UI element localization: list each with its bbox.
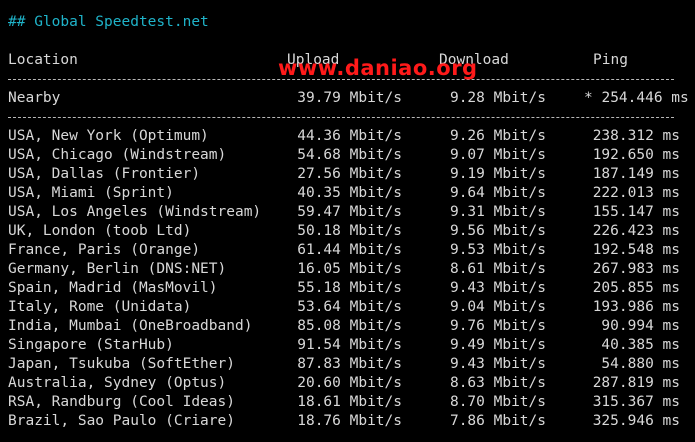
row-upload: 18.76 Mbit/s <box>297 413 402 429</box>
row-upload: 16.05 Mbit/s <box>297 261 402 277</box>
row-download: 9.07 Mbit/s <box>449 147 546 163</box>
row-upload: 27.56 Mbit/s <box>297 166 402 182</box>
row-upload: 55.18 Mbit/s <box>297 280 402 296</box>
row-location: USA, Dallas (Frontier) <box>8 166 201 182</box>
row-download: 8.63 Mbit/s <box>449 375 546 391</box>
header-ping: Ping <box>593 52 628 68</box>
row-download: 9.43 Mbit/s <box>449 356 546 372</box>
row-upload: 18.61 Mbit/s <box>297 394 402 410</box>
row-ping: 54.880 ms <box>601 356 680 372</box>
row-download: 8.61 Mbit/s <box>449 261 546 277</box>
row-ping: 267.983 ms <box>592 261 680 277</box>
row-location: USA, New York (Optimum) <box>8 128 209 144</box>
row-ping: 315.367 ms <box>592 394 680 410</box>
row-ping: 287.819 ms <box>592 375 680 391</box>
row-upload: 44.36 Mbit/s <box>297 128 402 144</box>
watermark: www.daniao.org <box>278 56 478 80</box>
row-location: France, Paris (Orange) <box>8 242 201 258</box>
row-download: 9.64 Mbit/s <box>449 185 546 201</box>
header-location: Location <box>8 52 78 68</box>
section-heading: ## Global Speedtest.net <box>8 14 209 30</box>
nearby-download: 9.28 Mbit/s <box>449 90 546 106</box>
nearby-location: Nearby <box>8 90 61 106</box>
row-download: 9.26 Mbit/s <box>449 128 546 144</box>
row-location: RSA, Randburg (Cool Ideas) <box>8 394 235 410</box>
row-download: 9.49 Mbit/s <box>449 337 546 353</box>
row-ping: 205.855 ms <box>592 280 680 296</box>
row-download: 9.56 Mbit/s <box>449 223 546 239</box>
row-ping: 193.986 ms <box>592 299 680 315</box>
nearby-upload: 39.79 Mbit/s <box>297 90 402 106</box>
row-download: 7.86 Mbit/s <box>449 413 546 429</box>
row-download: 9.04 Mbit/s <box>449 299 546 315</box>
row-ping: 192.548 ms <box>592 242 680 258</box>
row-location: Spain, Madrid (MasMovil) <box>8 280 218 296</box>
table-header-row: Location Upload Download Ping <box>8 51 628 70</box>
row-ping: 187.149 ms <box>592 166 680 182</box>
row-download: 9.31 Mbit/s <box>449 204 546 220</box>
row-ping: 155.147 ms <box>592 204 680 220</box>
row-ping: 192.650 ms <box>592 147 680 163</box>
row-upload: 61.44 Mbit/s <box>297 242 402 258</box>
row-location: USA, Chicago (Windstream) <box>8 147 227 163</box>
divider <box>8 117 674 118</box>
row-upload: 91.54 Mbit/s <box>297 337 402 353</box>
row-download: 9.43 Mbit/s <box>449 280 546 296</box>
row-upload: 87.83 Mbit/s <box>297 356 402 372</box>
row-location: Brazil, Sao Paulo (Criare) <box>8 413 235 429</box>
row-upload: 85.08 Mbit/s <box>297 318 402 334</box>
row-ping: 226.423 ms <box>592 223 680 239</box>
nearby-ping: * 254.446 ms <box>584 90 689 106</box>
row-location: USA, Miami (Sprint) <box>8 185 174 201</box>
row-ping: 90.994 ms <box>601 318 680 334</box>
row-upload: 59.47 Mbit/s <box>297 204 402 220</box>
row-ping: 325.946 ms <box>592 413 680 429</box>
row-location: Japan, Tsukuba (SoftEther) <box>8 356 235 372</box>
row-location: India, Mumbai (OneBroadband) <box>8 318 253 334</box>
row-upload: 54.68 Mbit/s <box>297 147 402 163</box>
row-location: Italy, Rome (Unidata) <box>8 299 192 315</box>
row-location: Germany, Berlin (DNS:NET) <box>8 261 227 277</box>
row-location: Australia, Sydney (Optus) <box>8 375 227 391</box>
row-download: 9.76 Mbit/s <box>449 318 546 334</box>
row-upload: 20.60 Mbit/s <box>297 375 402 391</box>
row-location: USA, Los Angeles (Windstream) <box>8 204 262 220</box>
row-ping: 222.013 ms <box>592 185 680 201</box>
nearby-row: Nearby 39.79 Mbit/s 9.28 Mbit/s * 254.44… <box>8 89 689 108</box>
row-download: 8.70 Mbit/s <box>449 394 546 410</box>
row-upload: 53.64 Mbit/s <box>297 299 402 315</box>
row-upload: 50.18 Mbit/s <box>297 223 402 239</box>
row-ping: 238.312 ms <box>592 128 680 144</box>
row-upload: 40.35 Mbit/s <box>297 185 402 201</box>
row-ping: 40.385 ms <box>601 337 680 353</box>
row-location: Singapore (StarHub) <box>8 337 174 353</box>
row-download: 9.19 Mbit/s <box>449 166 546 182</box>
row-download: 9.53 Mbit/s <box>449 242 546 258</box>
terminal-window: ## Global Speedtest.net Location Upload … <box>0 0 695 442</box>
row-location: UK, London (toob Ltd) <box>8 223 192 239</box>
